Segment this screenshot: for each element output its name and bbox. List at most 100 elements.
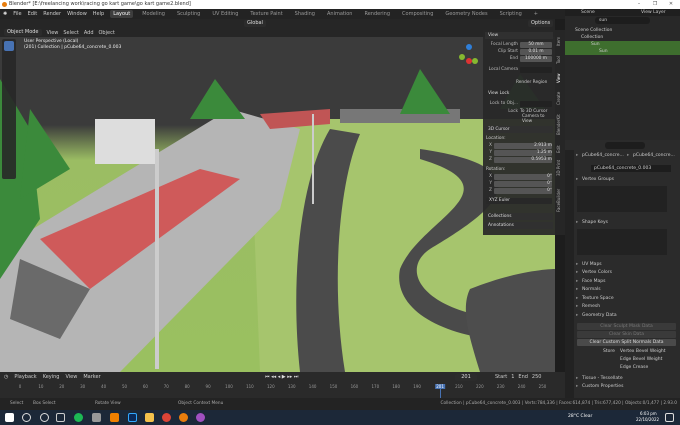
navigation-gizmo[interactable] (455, 39, 483, 79)
menu-view[interactable]: View (47, 30, 59, 36)
toolbar[interactable] (2, 39, 16, 179)
editor-type-icon[interactable]: ◷ (4, 374, 8, 380)
rotation-mode-dropdown[interactable]: XYZ Euler (486, 197, 552, 204)
tab-rendering[interactable]: Rendering (361, 10, 393, 18)
mesh-name-field[interactable]: pCube64_concrete_0.003 (591, 165, 671, 172)
edge-bevel-weight-checkbox[interactable]: Edge Bevel Weight (620, 357, 662, 362)
camera-to-view-checkbox[interactable]: Camera to View (522, 114, 552, 124)
outliner-scene-collection[interactable]: Scene Collection (565, 27, 680, 34)
tab-item[interactable]: Item (556, 32, 564, 50)
tab-geometry-nodes[interactable]: Geometry Nodes (442, 10, 490, 18)
menu-file[interactable]: File (13, 11, 21, 17)
tab-animation[interactable]: Animation (324, 10, 356, 18)
tab-shading[interactable]: Shading (292, 10, 318, 18)
remesh-panel[interactable]: Remesh (576, 303, 678, 311)
menu-view-timeline[interactable]: View (65, 374, 77, 380)
3d-viewport[interactable]: Global Options Object Mode View Select A… (0, 19, 555, 372)
clear-sculpt-mask-button[interactable]: Clear Sculpt Mask Data (577, 323, 676, 330)
maximize-button[interactable]: ❐ (648, 0, 662, 9)
minimize-button[interactable]: – (632, 0, 646, 9)
blender-menu-icon[interactable]: ✺ (3, 11, 7, 17)
menu-window[interactable]: Window (67, 11, 87, 17)
select-box-tool-icon[interactable] (4, 41, 14, 51)
tab-edit[interactable]: Edit (556, 142, 564, 156)
playback-controls[interactable]: ⏮ ◂◂ ◂ ▶ ▸▸ ⏭ (265, 374, 298, 380)
orientation-dropdown[interactable]: Global (244, 20, 266, 27)
view-layer-selector[interactable]: View Layer (637, 9, 680, 16)
properties-search[interactable] (605, 142, 645, 149)
cursor-x-field[interactable]: 2.913 m (494, 142, 552, 149)
annotations-section[interactable]: Annotations (485, 222, 553, 229)
clear-split-normals-button[interactable]: Clear Custom Split Normals Data (577, 339, 676, 346)
rotation-y-field[interactable]: 0° (494, 180, 552, 187)
vlc-icon[interactable] (110, 413, 119, 422)
file-explorer-icon[interactable] (145, 413, 154, 422)
tab-scripting[interactable]: Scripting (497, 10, 525, 18)
tab-3d-print[interactable]: 3D Print (556, 158, 564, 178)
close-button[interactable]: ✕ (664, 0, 678, 9)
outliner-sun-object[interactable]: Sun (565, 41, 680, 48)
geometry-data-panel[interactable]: Geometry Data (576, 312, 678, 320)
weather-widget[interactable]: 28°C Clear (568, 414, 592, 419)
face-maps-panel[interactable]: Face Maps (576, 278, 678, 286)
tab-modeling[interactable]: Modeling (139, 10, 168, 18)
shape-keys-list[interactable] (577, 229, 667, 255)
lock-to-object-field[interactable] (520, 100, 552, 107)
outliner-sun-data[interactable]: Sun (565, 48, 680, 55)
clip-start-field[interactable]: 0.01 m (520, 48, 552, 55)
task-view-icon[interactable] (56, 413, 65, 422)
menu-object[interactable]: Object (99, 30, 115, 36)
cortana-icon[interactable] (40, 413, 49, 422)
mesh-name-breadcrumb[interactable]: pCube64_concre... (627, 152, 678, 160)
texture-space-panel[interactable]: Texture Space (576, 295, 678, 303)
menu-render[interactable]: Render (43, 11, 61, 17)
rotation-z-field[interactable]: 0° (494, 187, 552, 194)
tab-facebuilder[interactable]: FaceBuilder (556, 180, 564, 220)
normals-panel[interactable]: Normals (576, 286, 678, 294)
uv-maps-panel[interactable]: UV Maps (576, 261, 678, 269)
rotation-x-field[interactable]: 0° (494, 173, 552, 180)
outliner-collection[interactable]: Collection (565, 34, 680, 41)
clock-date[interactable]: 22/10/2022 (636, 417, 659, 422)
clear-skin-data-button[interactable]: Clear Skin Data (577, 331, 676, 338)
properties-tabs[interactable] (565, 150, 574, 398)
vertex-colors-panel[interactable]: Vertex Colors (576, 269, 678, 277)
chrome-icon[interactable] (162, 413, 171, 422)
spotify-icon[interactable] (74, 413, 83, 422)
custom-properties-panel[interactable]: Custom Properties (576, 383, 678, 391)
menu-keying[interactable]: Keying (43, 374, 60, 380)
tab-compositing[interactable]: Compositing (399, 10, 436, 18)
tab-uv-editing[interactable]: UV Editing (209, 10, 241, 18)
add-workspace-button[interactable]: + (531, 10, 541, 18)
playhead[interactable] (440, 389, 442, 398)
tab-tool[interactable]: Tool (556, 52, 564, 68)
view-lock-section[interactable]: View Lock (485, 90, 553, 97)
vertex-groups-panel[interactable]: Vertex Groups (576, 176, 678, 184)
outliner-search[interactable]: sun (595, 17, 650, 24)
cursor-z-field[interactable]: 0.5953 m (494, 156, 552, 163)
menu-select[interactable]: Select (63, 30, 78, 36)
menu-edit[interactable]: Edit (28, 11, 38, 17)
view-section[interactable]: View (485, 32, 553, 39)
current-frame-field[interactable]: 201 (455, 374, 477, 381)
start-frame-field[interactable]: 1 (511, 374, 514, 380)
collections-section[interactable]: Collections (485, 213, 553, 220)
options-dropdown[interactable]: Options (528, 20, 554, 27)
photoshop-icon[interactable] (128, 413, 137, 422)
edge-crease-checkbox[interactable]: Edge Crease (620, 365, 648, 370)
timeline[interactable]: ◷ Playback Keying View Marker ⏮ ◂◂ ◂ ▶ ▸… (0, 372, 565, 398)
focal-length-field[interactable]: 50 mm (520, 41, 552, 48)
tab-sculpting[interactable]: Sculpting (174, 10, 203, 18)
vertex-bevel-weight-checkbox[interactable]: Vertex Bevel Weight (620, 349, 666, 354)
chrome-canary-icon[interactable] (196, 413, 205, 422)
vertex-groups-list[interactable] (577, 186, 667, 212)
mode-dropdown[interactable]: Object Mode (4, 29, 42, 36)
menu-add[interactable]: Add (84, 30, 94, 36)
end-frame-field[interactable]: 250 (532, 374, 542, 380)
shape-keys-panel[interactable]: Shape Keys (576, 219, 678, 227)
search-icon[interactable] (22, 413, 31, 422)
clip-end-field[interactable]: 100000 m (520, 55, 552, 62)
app-icon[interactable] (92, 413, 101, 422)
tissue-tessellate-panel[interactable]: Tissue - Tessellate (576, 375, 678, 383)
tab-texture-paint[interactable]: Texture Paint (247, 10, 285, 18)
